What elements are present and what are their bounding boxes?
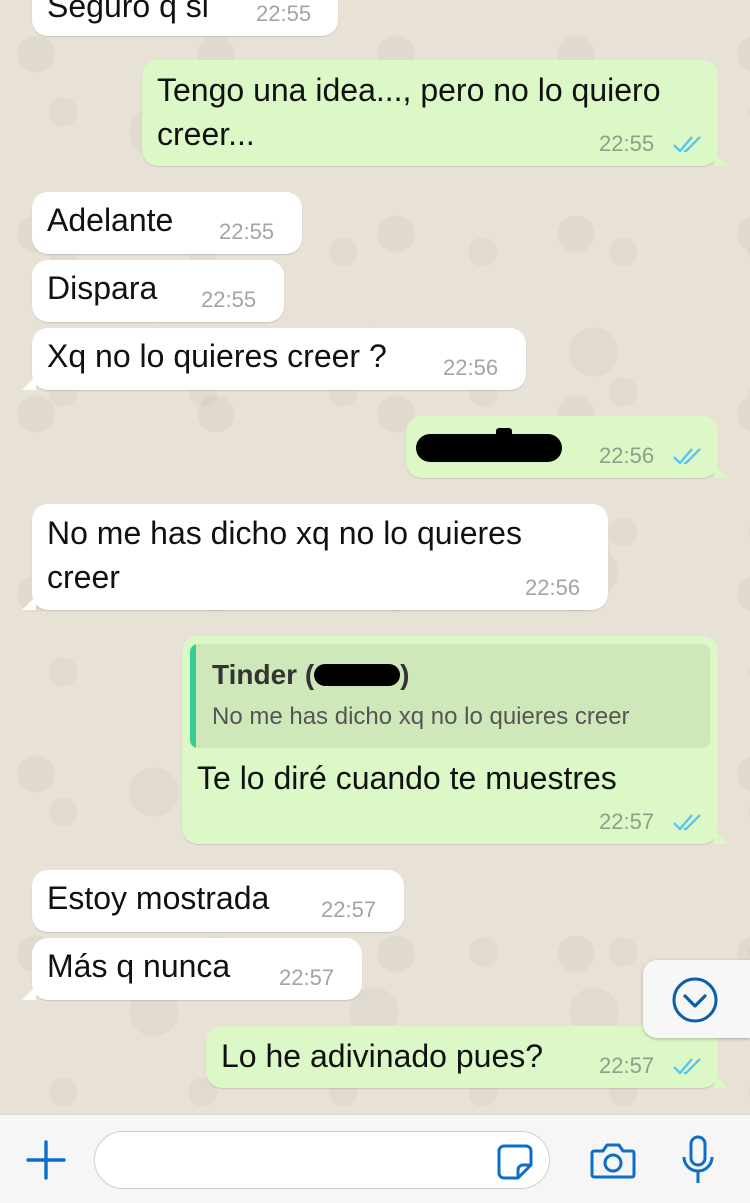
composer-bar — [0, 1114, 750, 1203]
message-text: Seguro q si — [47, 0, 209, 24]
bubble-tail — [714, 1074, 728, 1088]
read-ticks-icon — [673, 814, 701, 831]
quoted-message[interactable]: Tinder () No me has dicho xq no lo quier… — [190, 644, 710, 748]
redaction-mark — [416, 434, 562, 462]
message-time: 22:55 — [201, 287, 257, 312]
bubble-tail — [22, 596, 36, 610]
message-text: Más q nunca — [47, 948, 231, 984]
microphone-icon[interactable] — [680, 1135, 716, 1187]
message-time: 22:57 — [599, 1053, 655, 1078]
message-time: 22:57 — [279, 965, 335, 990]
message-time: 22:57 — [599, 809, 655, 834]
bubble-tail — [22, 376, 36, 390]
bubble-tail — [714, 152, 728, 166]
message-time: 22:55 — [256, 1, 312, 26]
message-incoming[interactable]: Xq no lo quieres creer ? 22:56 — [22, 328, 526, 390]
camera-icon[interactable] — [590, 1141, 636, 1179]
message-incoming[interactable]: Dispara 22:55 — [32, 260, 284, 322]
message-time: 22:55 — [219, 219, 275, 244]
bubble-tail — [714, 830, 728, 844]
quoted-text: No me has dicho xq no lo quieres creer — [212, 703, 630, 730]
redaction-mark — [314, 664, 401, 686]
message-text: Xq no lo quieres creer ? — [47, 338, 387, 374]
bubble-tail — [714, 464, 728, 478]
sticker-icon[interactable] — [496, 1143, 534, 1181]
bubble-tail — [22, 986, 36, 1000]
plus-icon[interactable] — [26, 1140, 66, 1180]
message-text: Adelante — [47, 202, 174, 238]
message-incoming[interactable]: Estoy mostrada 22:57 — [32, 870, 404, 932]
quoted-sender: Tinder () — [212, 659, 410, 690]
message-time: 22:56 — [599, 443, 655, 468]
message-text-line-1: Tengo una idea..., pero no lo quiero — [157, 72, 661, 108]
message-incoming[interactable]: Más q nunca 22:57 — [22, 938, 362, 1000]
message-text-line-2: creer... — [157, 116, 255, 152]
message-incoming[interactable]: No me has dicho xq no lo quieres creer 2… — [22, 504, 608, 610]
message-incoming[interactable]: Seguro q si 22:55 — [32, 0, 338, 36]
message-text: Estoy mostrada — [47, 880, 270, 916]
redaction-mark — [496, 428, 512, 442]
message-outgoing-reply[interactable]: Tinder () No me has dicho xq no lo quier… — [182, 636, 728, 844]
message-text-line-1: No me has dicho xq no lo quieres — [47, 515, 522, 551]
message-incoming[interactable]: Adelante 22:55 — [32, 192, 302, 254]
message-outgoing[interactable]: Lo he adivinado pues? 22:57 — [206, 1026, 728, 1088]
read-ticks-icon — [673, 448, 701, 465]
quote-accent-bar — [190, 644, 196, 748]
message-time: 22:55 — [599, 131, 655, 156]
scroll-to-bottom-button[interactable] — [643, 960, 750, 1038]
chevron-down-circle-icon — [672, 977, 718, 1023]
read-ticks-icon — [673, 1058, 701, 1075]
message-time: 22:57 — [321, 897, 377, 922]
message-text: Lo he adivinado pues? — [221, 1038, 544, 1074]
message-outgoing[interactable]: Tengo una idea..., pero no lo quiero cre… — [142, 60, 728, 166]
read-ticks-icon — [673, 136, 701, 153]
message-outgoing[interactable]: 22:56 — [406, 416, 728, 478]
message-text: Te lo diré cuando te muestres — [197, 760, 617, 796]
message-text: Dispara — [47, 270, 158, 306]
message-input[interactable] — [94, 1131, 550, 1189]
message-text-line-2: creer — [47, 559, 120, 595]
message-time: 22:56 — [525, 575, 581, 600]
message-time: 22:56 — [443, 355, 499, 380]
